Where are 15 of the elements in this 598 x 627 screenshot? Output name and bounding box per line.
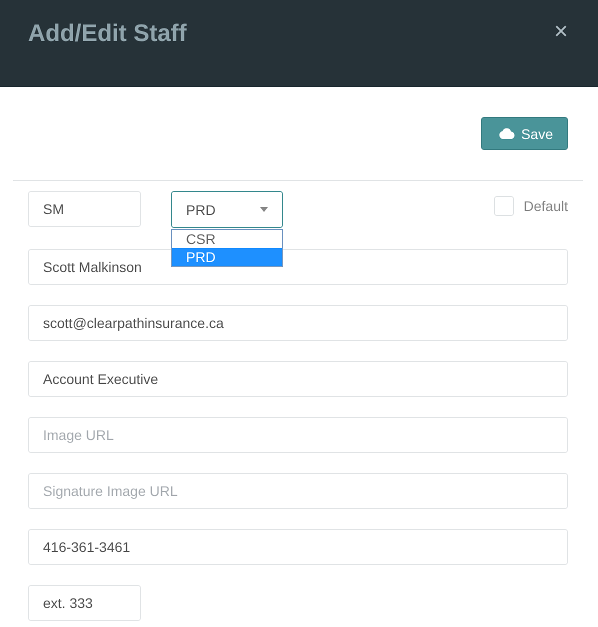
checkbox-label: Default <box>524 198 568 214</box>
text-field[interactable]: Signature Image URL <box>28 473 568 509</box>
initials-field[interactable]: SM <box>28 191 141 227</box>
default-checkbox[interactable] <box>494 196 514 216</box>
dialog-title: Add/Edit Staff <box>28 20 187 48</box>
cloud-icon <box>499 128 516 139</box>
role-select[interactable]: PRD <box>171 191 283 228</box>
text-field[interactable]: Account Executive <box>28 361 568 397</box>
close-button[interactable]: × <box>550 19 572 45</box>
text-field[interactable]: scott@clearpathinsurance.ca <box>28 305 568 341</box>
text-field[interactable]: 416-361-3461 <box>28 529 568 565</box>
text-field[interactable]: Image URL <box>28 417 568 453</box>
text-field[interactable]: ext. 333 <box>28 585 141 621</box>
caret-icon <box>260 207 268 212</box>
save-button[interactable]: Save <box>481 117 568 150</box>
